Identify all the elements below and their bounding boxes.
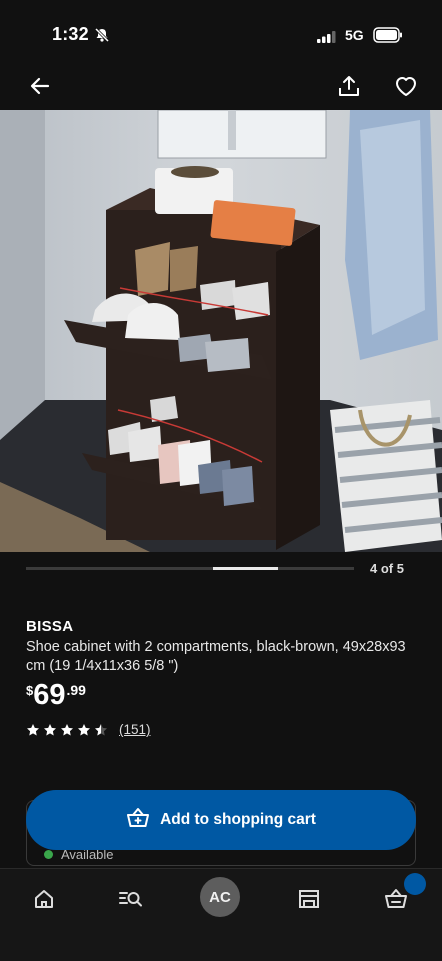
- favorite-heart-icon[interactable]: [390, 70, 422, 102]
- network-type: 5G: [345, 27, 364, 43]
- cart-basket-icon: [384, 888, 408, 915]
- cart-badge: [404, 873, 426, 895]
- tab-store[interactable]: [291, 883, 327, 919]
- price-currency: $: [26, 683, 34, 698]
- gallery-progress-track: [26, 567, 354, 570]
- tab-home[interactable]: [26, 883, 62, 919]
- product-rating[interactable]: (151): [26, 722, 151, 737]
- bottom-tab-bar: AC: [0, 868, 442, 961]
- search-list-icon: [118, 888, 144, 915]
- star-icon: [27, 723, 39, 735]
- available-dot-icon: [44, 850, 53, 859]
- store-icon: [297, 888, 321, 915]
- status-bar: 1:32 5G: [0, 0, 442, 66]
- star-icon: [61, 723, 73, 735]
- star-icon: [95, 723, 107, 735]
- tab-profile-avatar[interactable]: AC: [200, 877, 240, 917]
- status-time: 1:32: [52, 24, 89, 44]
- gallery-progress-fill: [212, 567, 279, 570]
- product-image[interactable]: [0, 110, 442, 552]
- add-to-cart-button[interactable]: Add to shopping cart: [26, 790, 416, 850]
- product-description: Shoe cabinet with 2 compartments, black-…: [26, 639, 406, 674]
- share-icon[interactable]: [333, 70, 365, 102]
- tab-search[interactable]: [113, 883, 149, 919]
- top-nav: [0, 66, 442, 110]
- signal-icon: [317, 30, 337, 48]
- silent-bell-icon: [94, 27, 110, 48]
- home-icon: [33, 888, 55, 915]
- price-cents: .99: [66, 682, 86, 698]
- star-icon: [44, 723, 56, 735]
- battery-icon: [373, 27, 403, 48]
- add-to-cart-label: Add to shopping cart: [160, 811, 316, 828]
- price-dollars: 69: [33, 679, 66, 711]
- product-brand: BISSA: [26, 618, 74, 635]
- rating-stars: [26, 723, 108, 737]
- gallery-counter: 4 of 5: [370, 561, 404, 576]
- star-icon: [78, 723, 90, 735]
- product-price: $ 69 .99: [26, 679, 86, 711]
- review-count-link[interactable]: (151): [119, 722, 151, 737]
- back-arrow-icon[interactable]: [24, 70, 56, 102]
- basket-plus-icon: [126, 807, 150, 834]
